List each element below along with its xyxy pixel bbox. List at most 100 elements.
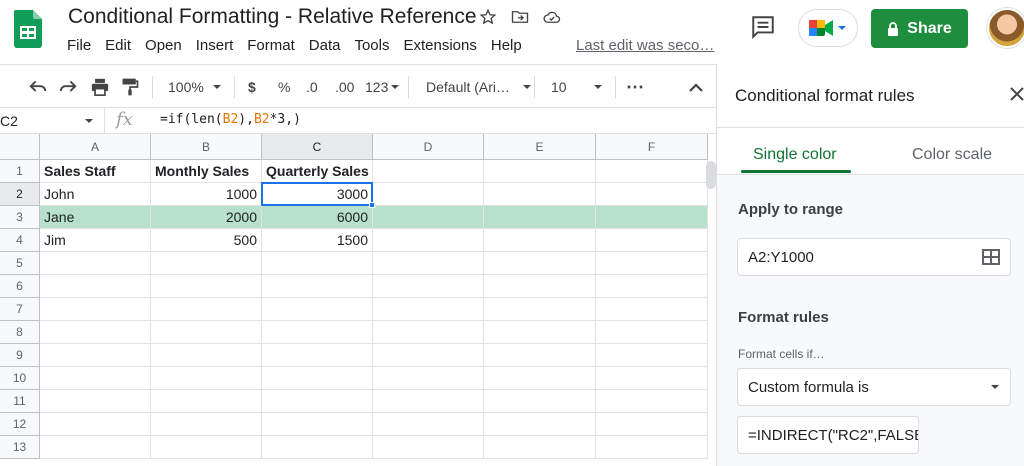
cell-b6[interactable] — [151, 275, 262, 298]
cell-a3[interactable]: Jane — [40, 206, 151, 229]
cell-e6[interactable] — [484, 275, 596, 298]
percent-format-button[interactable]: % — [278, 77, 290, 97]
cell-a2[interactable]: John — [40, 183, 151, 206]
cell-f7[interactable] — [596, 298, 708, 321]
cell-a8[interactable] — [40, 321, 151, 344]
cell-d1[interactable] — [373, 160, 484, 183]
row-header-5[interactable]: 5 — [0, 252, 40, 275]
cell-f4[interactable] — [596, 229, 708, 252]
user-avatar[interactable] — [987, 8, 1024, 48]
close-icon[interactable] — [1009, 86, 1024, 104]
cell-c7[interactable] — [262, 298, 373, 321]
cell-f5[interactable] — [596, 252, 708, 275]
select-range-icon[interactable] — [982, 249, 1000, 265]
cell-c1[interactable]: Quarterly Sales — [262, 160, 373, 183]
sheets-logo-icon[interactable] — [14, 10, 42, 48]
menu-file[interactable]: File — [67, 37, 91, 57]
row-header-6[interactable]: 6 — [0, 275, 40, 298]
cell-c4[interactable]: 1500 — [262, 229, 373, 252]
cell-e9[interactable] — [484, 344, 596, 367]
cell-c8[interactable] — [262, 321, 373, 344]
cell-d6[interactable] — [373, 275, 484, 298]
cell-f11[interactable] — [596, 390, 708, 413]
cell-d10[interactable] — [373, 367, 484, 390]
cell-c6[interactable] — [262, 275, 373, 298]
undo-icon[interactable] — [28, 77, 48, 97]
cell-c10[interactable] — [262, 367, 373, 390]
currency-format-button[interactable]: $ — [248, 77, 256, 97]
cell-f13[interactable] — [596, 436, 708, 459]
cell-c11[interactable] — [262, 390, 373, 413]
menu-edit[interactable]: Edit — [105, 37, 131, 57]
cell-a5[interactable] — [40, 252, 151, 275]
cell-d8[interactable] — [373, 321, 484, 344]
menu-open[interactable]: Open — [145, 37, 182, 57]
vertical-scrollbar[interactable] — [706, 161, 716, 189]
paint-format-icon[interactable] — [120, 77, 140, 97]
cell-c9[interactable] — [262, 344, 373, 367]
menu-insert[interactable]: Insert — [196, 37, 234, 57]
cell-d13[interactable] — [373, 436, 484, 459]
cell-b5[interactable] — [151, 252, 262, 275]
cell-b1[interactable]: Monthly Sales — [151, 160, 262, 183]
cell-f9[interactable] — [596, 344, 708, 367]
cell-d3[interactable] — [373, 206, 484, 229]
cell-f2[interactable] — [596, 183, 708, 206]
cell-e3[interactable] — [484, 206, 596, 229]
cell-b2[interactable]: 1000 — [151, 183, 262, 206]
name-box[interactable]: C2 — [0, 112, 100, 130]
row-header-2[interactable]: 2 — [0, 183, 40, 206]
row-header-9[interactable]: 9 — [0, 344, 40, 367]
font-size-select[interactable]: 10 — [551, 77, 603, 97]
row-header-12[interactable]: 12 — [0, 413, 40, 436]
cloud-saved-icon[interactable] — [541, 6, 563, 28]
cell-d4[interactable] — [373, 229, 484, 252]
column-header-f[interactable]: F — [596, 134, 708, 160]
menu-data[interactable]: Data — [309, 37, 341, 57]
cell-c5[interactable] — [262, 252, 373, 275]
menu-tools[interactable]: Tools — [354, 37, 389, 57]
row-header-13[interactable]: 13 — [0, 436, 40, 459]
range-input[interactable]: A2:Y1000 — [737, 238, 1011, 276]
cell-b9[interactable] — [151, 344, 262, 367]
cell-d11[interactable] — [373, 390, 484, 413]
tab-color-scale[interactable]: Color scale — [912, 146, 992, 164]
cell-b4[interactable]: 500 — [151, 229, 262, 252]
row-header-3[interactable]: 3 — [0, 206, 40, 229]
tab-single-color[interactable]: Single color — [753, 146, 837, 164]
cell-e1[interactable] — [484, 160, 596, 183]
row-header-1[interactable]: 1 — [0, 160, 40, 183]
cell-d7[interactable] — [373, 298, 484, 321]
cell-e5[interactable] — [484, 252, 596, 275]
cell-d2[interactable] — [373, 183, 484, 206]
row-header-7[interactable]: 7 — [0, 298, 40, 321]
menu-format[interactable]: Format — [247, 37, 295, 57]
cell-d9[interactable] — [373, 344, 484, 367]
cell-a13[interactable] — [40, 436, 151, 459]
column-header-b[interactable]: B — [151, 134, 262, 160]
star-icon[interactable] — [477, 6, 499, 28]
cell-f8[interactable] — [596, 321, 708, 344]
cell-a11[interactable] — [40, 390, 151, 413]
share-button[interactable]: Share — [871, 9, 968, 48]
move-folder-icon[interactable] — [509, 6, 531, 28]
cell-d12[interactable] — [373, 413, 484, 436]
cell-a7[interactable] — [40, 298, 151, 321]
row-header-8[interactable]: 8 — [0, 321, 40, 344]
redo-icon[interactable] — [58, 77, 78, 97]
cell-b3[interactable]: 2000 — [151, 206, 262, 229]
cell-c12[interactable] — [262, 413, 373, 436]
more-tools-button[interactable]: ⋯ — [626, 77, 644, 97]
row-header-4[interactable]: 4 — [0, 229, 40, 252]
font-select[interactable]: Default (Ari… — [426, 77, 532, 97]
cell-c3[interactable]: 6000 — [262, 206, 373, 229]
zoom-select[interactable]: 100% — [168, 77, 222, 97]
cell-f6[interactable] — [596, 275, 708, 298]
increase-decimal-button[interactable]: .00 — [335, 77, 354, 97]
cell-e12[interactable] — [484, 413, 596, 436]
cell-a12[interactable] — [40, 413, 151, 436]
cell-b8[interactable] — [151, 321, 262, 344]
column-header-c[interactable]: C — [262, 134, 373, 160]
document-title[interactable]: Conditional Formatting - Relative Refere… — [68, 5, 477, 29]
menu-extensions[interactable]: Extensions — [403, 37, 476, 57]
